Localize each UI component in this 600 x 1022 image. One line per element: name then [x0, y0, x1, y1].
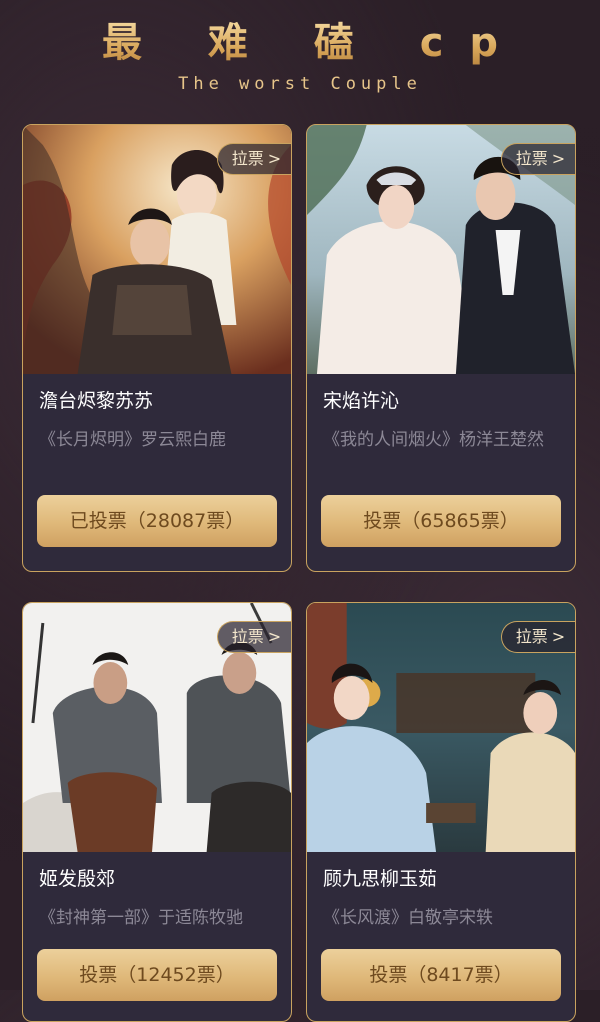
cp-card[interactable]: 拉票 > 姬发殷郊 《封神第一部》于适陈牧驰 投票（12452票） [22, 602, 292, 1022]
vote-button[interactable]: 投票（65865票） [321, 495, 561, 547]
chevron-right-icon: > [551, 149, 566, 168]
pull-votes-label: 拉票 [231, 627, 264, 646]
drama-poster-image[interactable]: 拉票 > [23, 125, 291, 374]
chevron-right-icon: > [267, 627, 282, 646]
drama-poster-image[interactable]: 拉票 > [307, 603, 575, 852]
pull-votes-button[interactable]: 拉票 > [501, 621, 575, 653]
vote-button[interactable]: 投票（12452票） [37, 949, 277, 1001]
cp-pair-name: 姬发殷郊 [39, 868, 116, 890]
drama-poster-image[interactable]: 拉票 > [23, 603, 291, 852]
vote-button[interactable]: 投票（8417票） [321, 949, 561, 1001]
drama-description: 《长月烬明》罗云熙白鹿 [39, 430, 226, 450]
cp-pair-name: 宋焰许沁 [323, 390, 400, 412]
vote-button[interactable]: 已投票（28087票） [37, 495, 277, 547]
pull-votes-button[interactable]: 拉票 > [217, 621, 291, 653]
pull-votes-label: 拉票 [231, 149, 264, 168]
pull-votes-button[interactable]: 拉票 > [217, 143, 291, 175]
cp-card[interactable]: 拉票 > 宋焰许沁 《我的人间烟火》杨洋王楚然 投票（65865票） [306, 124, 576, 572]
drama-description: 《封神第一部》于适陈牧驰 [39, 908, 243, 928]
chevron-right-icon: > [551, 627, 566, 646]
page-title: 最 难 磕 cp [0, 18, 600, 68]
cp-pair-name: 顾九思柳玉茹 [323, 868, 438, 890]
page-header: 最 难 磕 cp The worst Couple [0, 0, 600, 110]
drama-poster-image[interactable]: 拉票 > [307, 125, 575, 374]
drama-description: 《长风渡》白敬亭宋轶 [323, 908, 493, 928]
pull-votes-label: 拉票 [515, 627, 548, 646]
chevron-right-icon: > [267, 149, 282, 168]
cp-card[interactable]: 拉票 > 顾九思柳玉茹 《长风渡》白敬亭宋轶 投票（8417票） [306, 602, 576, 1022]
cp-card[interactable]: 拉票 > 澹台烬黎苏苏 《长月烬明》罗云熙白鹿 已投票（28087票） [22, 124, 292, 572]
pull-votes-label: 拉票 [515, 149, 548, 168]
drama-description: 《我的人间烟火》杨洋王楚然 [323, 430, 544, 450]
cp-pair-name: 澹台烬黎苏苏 [39, 390, 154, 412]
page-subtitle: The worst Couple [178, 74, 422, 94]
pull-votes-button[interactable]: 拉票 > [501, 143, 575, 175]
